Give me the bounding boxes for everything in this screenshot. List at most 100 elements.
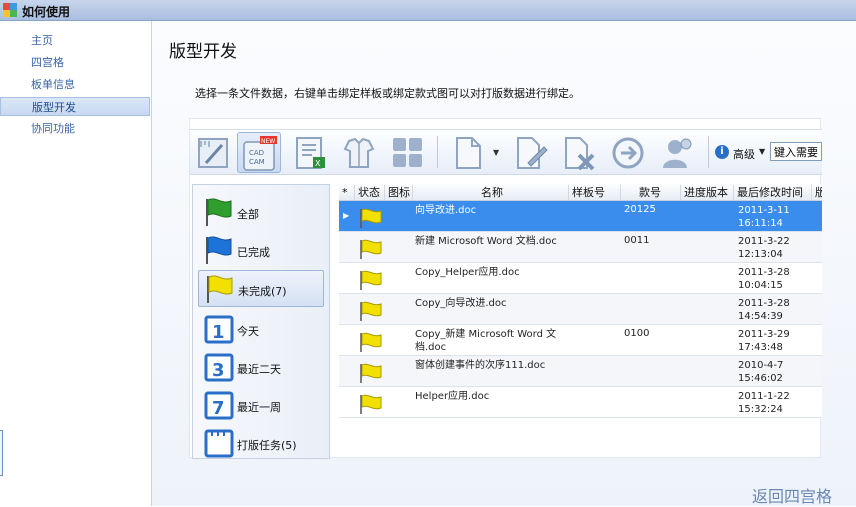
yellow-flag-icon — [360, 394, 382, 414]
column-header-progress-version[interactable]: 进度版本 — [681, 185, 734, 200]
table-row[interactable]: Copy_向导改进.doc 2011-3-28 14:54:39 — [339, 294, 822, 325]
user-stamp-icon[interactable] — [655, 132, 699, 173]
table-row[interactable]: Helper应用.doc 2011-1-22 15:32:24 — [339, 387, 822, 418]
filter-pattern-tasks[interactable]: 打版任务(5) — [198, 425, 324, 458]
column-header-icon[interactable]: 图标 — [385, 185, 413, 200]
grid-header: * 状态 图标 名称 样板号 款号 进度版本 最后修改时间 版 — [339, 184, 822, 201]
edit-document-icon[interactable] — [509, 132, 553, 173]
back-to-grid4-link[interactable]: 返回四宫格 — [752, 483, 832, 507]
column-header-template-no[interactable]: 样板号 — [569, 185, 621, 200]
sidebar-collapse-handle[interactable] — [0, 430, 3, 476]
table-row[interactable]: Copy_新建 Microsoft Word 文档.doc 0100 2011-3-… — [339, 325, 822, 356]
file-name: Copy_Helper应用.doc — [415, 267, 520, 278]
file-grid: * 状态 图标 名称 样板号 款号 进度版本 最后修改时间 版 ▶ 向导改进.do… — [339, 184, 822, 419]
filter-panel: 全部 已完成 未完成(7) 1 今天 3 最近二天 7 最近一周 打版任务(5) — [192, 184, 330, 459]
info-icon[interactable]: i — [715, 145, 729, 159]
last-modified: 2011-3-22 12:13:04 — [738, 236, 790, 260]
file-name: 窗体创建事件的次序111.doc — [415, 360, 546, 371]
table-row[interactable]: 新建 Microsoft Word 文档.doc 0011 2011-3-22 12… — [339, 232, 822, 263]
yellow-flag-icon — [360, 270, 382, 290]
filter-today[interactable]: 1 今天 — [198, 311, 324, 348]
yellow-flag-icon — [360, 301, 382, 321]
filter-last-2-days[interactable]: 3 最近二天 — [198, 349, 324, 386]
sidebar-item-grid4[interactable]: 四宫格 — [0, 53, 150, 72]
advanced-search-label[interactable]: 高级 — [733, 146, 755, 162]
filter-last-week[interactable]: 7 最近一周 — [198, 387, 324, 424]
forward-arrow-icon[interactable] — [606, 132, 650, 173]
current-row-marker-icon: ▶ — [343, 211, 350, 220]
filter-label: 未完成(7) — [238, 285, 287, 298]
table-row[interactable]: 窗体创建事件的次序111.doc 2010-4-7 15:46:02 — [339, 356, 822, 387]
last-modified: 2011-3-28 10:04:15 — [738, 267, 790, 291]
instruction-text: 选择一条文件数据，右键单击绑定样板或绑定款式图可以对打版数据进行绑定。 — [195, 87, 580, 100]
toolbar-separator — [437, 136, 438, 168]
excel-export-icon[interactable]: X — [289, 132, 333, 173]
svg-text:3: 3 — [212, 360, 225, 381]
file-name: Copy_新建 Microsoft Word 文档.doc — [415, 329, 557, 353]
filter-label: 最近二天 — [237, 363, 281, 376]
title-bar: 如何使用 — [0, 0, 856, 21]
last-modified: 2011-3-28 14:54:39 — [738, 298, 790, 322]
yellow-flag-icon — [360, 332, 382, 352]
window-title: 如何使用 — [22, 5, 71, 19]
ruler-pencil-icon[interactable] — [192, 132, 236, 173]
delete-document-icon[interactable] — [557, 132, 601, 173]
filter-incomplete[interactable]: 未完成(7) — [198, 270, 324, 307]
column-header-name[interactable]: 名称 — [413, 185, 569, 200]
last-modified: 2011-3-11 16:11:14 — [738, 205, 790, 229]
search-input[interactable] — [770, 142, 822, 161]
main-content: 版型开发 选择一条文件数据，右键单击绑定样板或绑定款式图可以对打版数据进行绑定。… — [152, 21, 856, 506]
toolbar: CAD CAM NEW X ▼ i 高级 ▼ 键入需要 — [190, 129, 822, 175]
blue-flag-icon — [206, 236, 232, 264]
new-document-icon[interactable] — [446, 132, 490, 173]
yellow-flag-icon — [360, 363, 382, 383]
filter-label: 今天 — [237, 325, 259, 338]
file-name: 向导改进.doc — [415, 205, 477, 216]
filter-label: 已完成 — [237, 246, 270, 259]
cad-cam-icon[interactable]: CAD CAM NEW — [237, 132, 281, 173]
toolbar-separator — [708, 136, 709, 168]
grid-view-icon[interactable] — [386, 132, 430, 173]
garment-icon[interactable] — [337, 132, 381, 173]
filter-completed[interactable]: 已完成 — [198, 232, 324, 269]
sidebar-item-home[interactable]: 主页 — [0, 31, 150, 50]
sidebar-item-pattern-dev[interactable]: 版型开发 — [0, 97, 150, 116]
sidebar-item-order-info[interactable]: 板单信息 — [0, 75, 150, 94]
last-modified: 2010-4-7 15:46:02 — [738, 360, 784, 384]
svg-text:1: 1 — [212, 322, 225, 343]
column-header-marker[interactable]: * — [339, 185, 355, 200]
calendar-3-icon: 3 — [204, 353, 234, 382]
sidebar: 主页 四宫格 板单信息 版型开发 协同功能 — [0, 21, 152, 506]
calendar-1-icon: 1 — [204, 315, 234, 344]
column-header-style-no[interactable]: 款号 — [621, 185, 681, 200]
app-screenshot-frame: CAD CAM NEW X ▼ i 高级 ▼ 键入需要 全部 已完成 未完成(7… — [189, 118, 822, 459]
style-no: 20125 — [624, 204, 656, 215]
new-dropdown-arrow-icon[interactable]: ▼ — [493, 148, 499, 157]
yellow-flag-icon — [360, 208, 382, 228]
filter-label: 最近一周 — [237, 401, 281, 414]
column-header-last-modified[interactable]: 最后修改时间 — [734, 185, 812, 200]
column-header-status[interactable]: 状态 — [355, 185, 385, 200]
green-flag-icon — [206, 198, 232, 226]
page-title: 版型开发 — [169, 42, 237, 62]
advanced-dropdown-icon[interactable]: ▼ — [759, 147, 765, 156]
last-modified: 2011-1-22 15:32:24 — [738, 391, 790, 415]
svg-text:CAD: CAD — [249, 149, 264, 157]
table-row[interactable]: ▶ 向导改进.doc 20125 2011-3-11 16:11:14 — [339, 201, 822, 232]
table-row[interactable]: Copy_Helper应用.doc 2011-3-28 10:04:15 — [339, 263, 822, 294]
file-name: Helper应用.doc — [415, 391, 490, 402]
file-name: 新建 Microsoft Word 文档.doc — [415, 236, 557, 247]
filter-all[interactable]: 全部 — [198, 194, 324, 231]
svg-text:7: 7 — [212, 398, 225, 419]
style-no: 0011 — [624, 235, 650, 246]
yellow-flag-icon — [360, 239, 382, 259]
sidebar-item-collaboration[interactable]: 协同功能 — [0, 119, 150, 138]
last-modified: 2011-3-29 17:43:48 — [738, 329, 790, 353]
task-calendar-icon — [204, 429, 234, 458]
svg-text:X: X — [315, 159, 321, 168]
column-header-version[interactable]: 版 — [812, 185, 822, 200]
file-name: Copy_向导改进.doc — [415, 298, 507, 309]
svg-text:CAM: CAM — [249, 158, 265, 166]
filter-label: 打版任务(5) — [237, 439, 297, 452]
filter-label: 全部 — [237, 208, 259, 221]
